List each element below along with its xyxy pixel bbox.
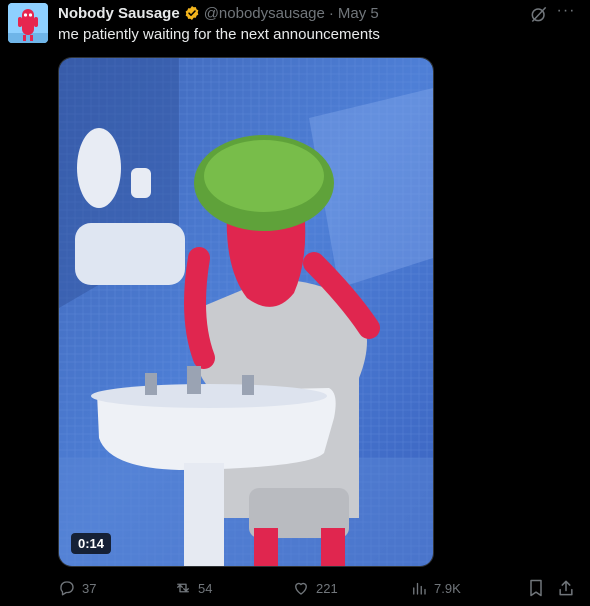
like-button[interactable]: 221 [292, 578, 338, 598]
post-date[interactable]: May 5 [338, 5, 379, 22]
verified-badge-icon [185, 6, 199, 20]
avatar[interactable] [8, 3, 48, 43]
separator: · [328, 4, 334, 22]
reply-button[interactable]: 37 [58, 578, 96, 598]
views-button[interactable]: 7.9K [410, 578, 461, 598]
video-duration: 0:14 [71, 533, 112, 554]
action-bar: 37 54 221 7.9K [0, 578, 590, 598]
video-thumbnail [59, 58, 433, 566]
grok-icon[interactable] [529, 4, 549, 24]
bookmark-icon[interactable] [526, 578, 546, 598]
tweet-header: Nobody Sausage @nobodysausage · May 5 [58, 4, 379, 22]
repost-count: 54 [198, 580, 213, 596]
author-name[interactable]: Nobody Sausage [58, 5, 180, 22]
sausage-avatar-icon [8, 3, 48, 43]
repost-icon [177, 583, 189, 593]
video-player[interactable]: 0:14 [58, 57, 434, 567]
reply-count: 37 [82, 580, 97, 596]
share-icon[interactable] [556, 578, 576, 598]
tweet-text: me patiently waiting for the next announ… [58, 26, 380, 43]
repost-button[interactable]: 54 [174, 578, 212, 598]
reply-icon [60, 581, 74, 596]
author-handle[interactable]: @nobodysausage [204, 5, 325, 22]
heart-icon [295, 582, 307, 595]
view-count: 7.9K [434, 580, 461, 596]
like-count: 221 [316, 580, 338, 596]
analytics-icon [413, 582, 426, 595]
more-options-button[interactable]: ··· [555, 3, 577, 24]
